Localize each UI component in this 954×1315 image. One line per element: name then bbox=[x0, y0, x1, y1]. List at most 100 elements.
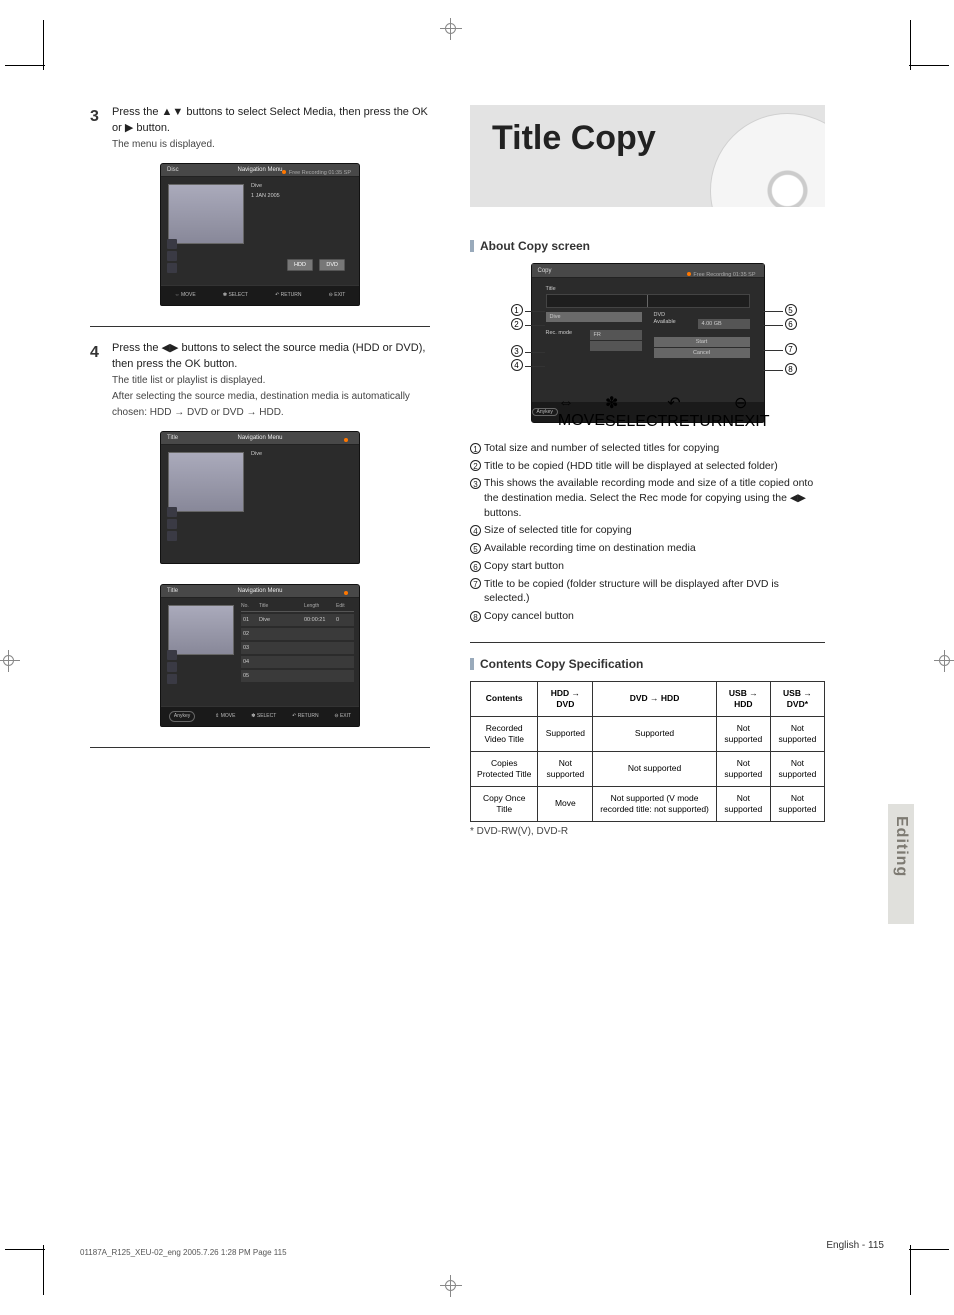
section-tab: Editing bbox=[888, 804, 914, 924]
crop-mark bbox=[910, 1245, 911, 1295]
image-icon bbox=[167, 263, 177, 273]
table-cell: Not supported bbox=[770, 786, 824, 821]
cancel-button[interactable]: Cancel bbox=[654, 348, 750, 358]
section-title-box: Title Copy bbox=[470, 105, 825, 207]
table-header: USB → DVD* bbox=[770, 681, 824, 716]
step-note: The menu is displayed. bbox=[112, 139, 215, 150]
table-note: * DVD-RW(V), DVD-R bbox=[470, 826, 825, 837]
video-thumbnail bbox=[168, 184, 244, 244]
table-row[interactable]: 01Dive00:00:210 bbox=[241, 614, 354, 626]
crop-mark bbox=[909, 1249, 949, 1250]
thumb-date: 1 JAN 2005 bbox=[251, 193, 353, 199]
callout-3: 3 bbox=[511, 345, 523, 357]
file-icon bbox=[167, 239, 177, 249]
table-cell: Supported bbox=[538, 716, 593, 751]
crop-mark bbox=[5, 65, 45, 66]
crop-mark bbox=[5, 1249, 45, 1250]
sidebar-icons bbox=[167, 507, 177, 543]
registration-mark bbox=[440, 18, 462, 40]
exit-icon: ⊖ EXIT bbox=[329, 292, 346, 298]
avail-val: 4.00 GB bbox=[698, 319, 750, 329]
anykey-button[interactable]: Anykey bbox=[169, 711, 195, 722]
panel-title: Navigation Menu bbox=[237, 585, 282, 597]
select-icon: ✽ SELECT bbox=[223, 292, 248, 298]
select-label: SELECT bbox=[257, 713, 276, 719]
legend-item: 1Total size and number of selected title… bbox=[470, 441, 825, 456]
video-thumbnail bbox=[168, 605, 234, 655]
callout-4: 4 bbox=[511, 359, 523, 371]
col-length: Length bbox=[304, 603, 336, 609]
divider bbox=[90, 747, 430, 748]
step-num: 4 bbox=[90, 341, 99, 364]
free-rec-time: 01:35 bbox=[328, 170, 342, 176]
size-val bbox=[590, 341, 642, 351]
line1: Dive bbox=[251, 451, 353, 457]
table-row: Copy Once TitleMoveNot supported (V mode… bbox=[471, 786, 825, 821]
move-label: MOVE bbox=[221, 713, 236, 719]
legend-item: 2Title to be copied (HDD title will be d… bbox=[470, 459, 825, 474]
file-icon bbox=[167, 507, 177, 517]
table-cell: Not supported bbox=[716, 716, 770, 751]
panel-title: Copy bbox=[538, 268, 552, 274]
table-header: HDD → DVD bbox=[538, 681, 593, 716]
free-rec-mode: SP bbox=[344, 170, 351, 176]
table-cell: Recorded Video Title bbox=[471, 716, 538, 751]
start-button[interactable]: Start bbox=[654, 337, 750, 347]
callout-8: 8 bbox=[785, 363, 797, 375]
legend-item: 6Copy start button bbox=[470, 559, 825, 574]
clock-icon bbox=[167, 251, 177, 261]
table-row[interactable]: 02 bbox=[241, 628, 354, 640]
col-edit: Edit bbox=[336, 603, 354, 609]
soft-key-bar: Anykey ⇕ MOVE ✽ SELECT ↶ RETURN ⊖ EXIT bbox=[161, 706, 359, 726]
sidebar-icons bbox=[167, 650, 177, 686]
dvd-button[interactable]: DVD bbox=[319, 259, 345, 271]
tab: Title bbox=[167, 588, 178, 594]
crop-mark bbox=[909, 65, 949, 66]
col-title: Title bbox=[259, 603, 304, 609]
table-cell: Not supported bbox=[770, 751, 824, 786]
return-label: RETURN bbox=[298, 713, 319, 719]
section-tab-label: Editing bbox=[888, 804, 910, 877]
callout-5: 5 bbox=[785, 304, 797, 316]
table-cell: Not supported (V mode recorded title: no… bbox=[593, 786, 717, 821]
legend-list: 1Total size and number of selected title… bbox=[470, 441, 825, 624]
table-row[interactable]: 03 bbox=[241, 642, 354, 654]
source-title: Dive bbox=[546, 312, 642, 322]
page-number: English - 115 bbox=[826, 1240, 884, 1251]
soft-key-bar: ⇔ MOVE ✽ SELECT ↶ RETURN ⊖ EXIT bbox=[161, 285, 359, 305]
registration-mark bbox=[0, 650, 20, 672]
crop-mark bbox=[43, 1245, 44, 1295]
image-icon bbox=[167, 531, 177, 541]
registration-mark bbox=[934, 650, 954, 672]
callout-7: 7 bbox=[785, 343, 797, 355]
move-icon: ⇔ MOVE bbox=[175, 292, 196, 298]
crop-mark bbox=[910, 20, 911, 70]
table-cell: Move bbox=[538, 786, 593, 821]
spec-table: ContentsHDD → DVDDVD → HDDUSB → HDDUSB →… bbox=[470, 681, 825, 822]
table-cell: Not supported bbox=[538, 751, 593, 786]
callout-6: 6 bbox=[785, 318, 797, 330]
subhead-spec: Contents Copy Specification bbox=[470, 657, 825, 671]
recmode-row: Rec. mode FR bbox=[546, 330, 642, 340]
legend-item: 4Size of selected title for copying bbox=[470, 523, 825, 538]
thumb-title: Dive bbox=[251, 183, 353, 189]
video-thumbnail bbox=[168, 452, 244, 512]
table-cell: Not supported bbox=[593, 751, 717, 786]
source-row: Dive bbox=[546, 312, 642, 322]
file-icon bbox=[167, 650, 177, 660]
table-row[interactable]: 05 bbox=[241, 670, 354, 682]
hdd-button[interactable]: HDD bbox=[287, 259, 313, 271]
panel-title: Navigation Menu bbox=[237, 164, 282, 176]
anykey-button[interactable]: Anykey bbox=[532, 408, 558, 416]
free-rec-label: Free Recording bbox=[289, 170, 327, 176]
legend-item: 8Copy cancel button bbox=[470, 609, 825, 624]
divider bbox=[470, 642, 825, 643]
legend-item: 5Available recording time on destination… bbox=[470, 541, 825, 556]
step-note2: After selecting the source media, destin… bbox=[112, 391, 410, 418]
available-row: Available 4.00 GB bbox=[654, 319, 750, 329]
clock-icon bbox=[167, 519, 177, 529]
recmode-val[interactable]: FR bbox=[590, 330, 642, 340]
table-row[interactable]: 04 bbox=[241, 656, 354, 668]
crop-mark bbox=[43, 20, 44, 70]
soft-key-bar: Anykey ⇔ MOVE ✽ SELECT ↶ RETURN ⊖ EXIT bbox=[532, 402, 764, 422]
